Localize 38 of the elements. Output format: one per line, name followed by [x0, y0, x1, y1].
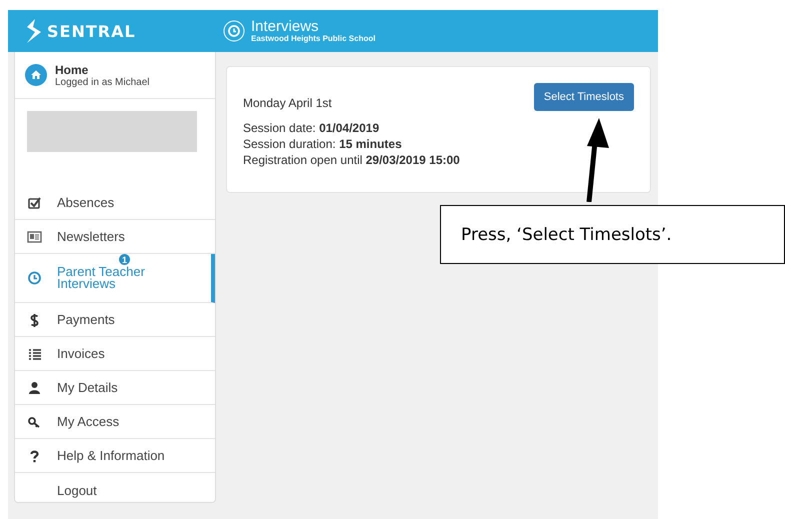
session-detail: Registration open until 29/03/2019 15:00: [243, 152, 461, 168]
home-title: Home: [55, 62, 90, 76]
sidebar-item[interactable]: Invoices: [15, 337, 215, 371]
sidebar-item[interactable]: Help & Information: [15, 439, 215, 473]
sidebar-item[interactable]: My Access: [15, 405, 215, 439]
sidebar-item[interactable]: Newsletters: [15, 220, 215, 254]
brand-name: SENTRAL: [47, 22, 136, 40]
menu-label: Newsletters: [57, 229, 126, 244]
page-title: Interviews: [251, 19, 320, 34]
menu-label: My Details: [57, 380, 119, 395]
select-timeslots-button[interactable]: Select Timeslots: [534, 83, 634, 111]
logo-icon: [25, 19, 43, 43]
check-box-icon: [27, 194, 42, 210]
login-text: Logged in as Michael: [55, 76, 150, 88]
menu-label: Absences: [57, 195, 116, 210]
menu-label: My Access: [57, 414, 120, 429]
home-icon: [25, 64, 47, 86]
newspaper-icon: [27, 228, 42, 244]
clock-icon: [27, 270, 42, 286]
menu-label: Help & Information: [57, 448, 166, 463]
session-detail: Session duration: 15 minutes: [243, 136, 403, 152]
menu-label: Parent Teacher Interviews: [57, 266, 146, 290]
sidebar-item[interactable]: Absences: [15, 186, 215, 220]
home-card[interactable]: Home Logged in as Michael: [15, 52, 215, 99]
callout-text: Press, ‘Select Timeslots’.: [461, 224, 672, 244]
clock-icon: [223, 20, 245, 42]
sidebar-item[interactable]: Logout: [15, 473, 215, 507]
person-icon: [27, 380, 42, 396]
menu-label: Logout: [57, 482, 98, 498]
sidebar-item[interactable]: Parent Teacher Interviews 1: [15, 254, 215, 303]
sidebar-item[interactable]: Payments: [15, 303, 215, 337]
sidebar-item[interactable]: My Details: [15, 371, 215, 405]
school-name: Eastwood Heights Public School: [251, 34, 376, 43]
menu-label: Invoices: [57, 346, 106, 361]
session-detail: Session date: 01/04/2019: [243, 120, 380, 136]
session-heading: Monday April 1st: [243, 96, 332, 110]
count-badge: 1: [119, 254, 130, 265]
menu-label: Payments: [57, 312, 116, 327]
